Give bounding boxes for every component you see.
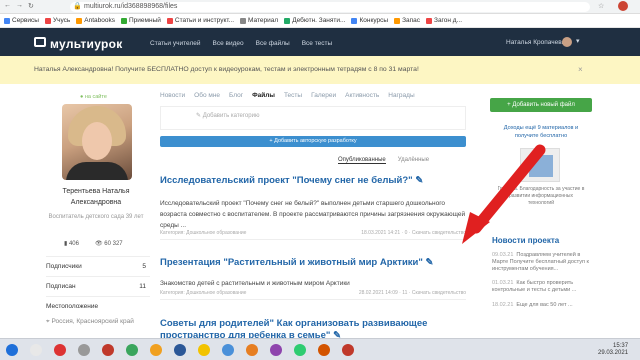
publish-tabs: Опубликованные Удалённые — [338, 157, 429, 164]
user-name[interactable]: Наталья Кропачева — [506, 39, 565, 46]
news-item[interactable]: 18.02.21 Еще для вас 50 лет ... — [492, 302, 592, 309]
certificate-image[interactable] — [520, 148, 560, 182]
tab-blog[interactable]: Блог — [229, 92, 243, 99]
user-avatar[interactable] — [562, 37, 572, 47]
tab-activity[interactable]: Активность — [345, 92, 379, 99]
bookmarks-bar: Сервисы Учусь Antabooks Приемный Статьи … — [0, 14, 640, 28]
promo-title[interactable]: Доходы ещё 9 материалов и получите беспл… — [496, 124, 586, 140]
subscribers-row[interactable]: Подписчики 5 — [46, 256, 150, 278]
edit-icon[interactable]: ✎ — [426, 257, 434, 268]
edit-icon[interactable]: ✎ — [415, 175, 423, 186]
post-stats[interactable]: 28.02.2021 14:09 · 11 · Скачать свидетел… — [359, 290, 466, 296]
app-icon[interactable] — [222, 344, 234, 356]
app-icon[interactable] — [78, 344, 90, 356]
location-value: ⌖ Россия, Красноярский край — [46, 318, 134, 325]
logo-icon — [34, 37, 46, 47]
app-icon[interactable] — [294, 344, 306, 356]
bookmark-item[interactable]: Дебютн. Заняти... — [284, 17, 345, 24]
banner-text[interactable]: Наталья Александровна! Получите БЕСПЛАТН… — [34, 66, 419, 73]
news-heading: Новости проекта — [492, 236, 560, 245]
bookmark-item[interactable]: Приемный — [121, 17, 161, 24]
tab-news[interactable]: Новости — [160, 92, 185, 99]
promo-description: Грамота. Благодарность за участие в разв… — [497, 186, 585, 206]
back-icon[interactable]: ← — [4, 2, 11, 9]
tab-tests[interactable]: Тесты — [284, 92, 302, 99]
profile-tabs: Новости Обо мне Блог Файлы Тесты Галереи… — [160, 92, 415, 99]
app-icon[interactable] — [270, 344, 282, 356]
profile-photo — [62, 104, 132, 180]
add-file-button[interactable]: + Добавить новый файл — [490, 98, 592, 112]
post-stats[interactable]: 18.03.2021 14:21 · 0 · Скачать свидетель… — [361, 230, 466, 236]
browser-tabbar: ← → ↻ 🔒 multiurok.ru/id368898968/files ☆ — [0, 0, 640, 14]
bookmark-item[interactable]: Материал — [240, 17, 278, 24]
app-icon[interactable] — [126, 344, 138, 356]
app-icon[interactable] — [174, 344, 186, 356]
nav-item[interactable]: Все тесты — [302, 40, 332, 47]
bookmark-item[interactable]: Antabooks — [76, 17, 115, 24]
nav-item[interactable]: Статьи учителей — [150, 40, 200, 47]
site-logo[interactable]: мультиурок — [50, 37, 123, 51]
promo-banner: Наталья Александровна! Получите БЕСПЛАТН… — [0, 56, 640, 84]
bookmark-item[interactable]: Статьи и инструкт... — [166, 17, 234, 24]
main-nav: Статьи учителей Все видео Все файлы Все … — [150, 40, 332, 47]
app-icon[interactable] — [102, 344, 114, 356]
start-icon[interactable] — [6, 344, 18, 356]
tab-galleries[interactable]: Галереи — [311, 92, 336, 99]
address-bar[interactable]: 🔒 multiurok.ru/id368898968/files — [70, 2, 590, 12]
tab-about[interactable]: Обо мне — [194, 92, 220, 99]
post-meta: Категория: Дошкольное образование 18.03.… — [160, 230, 466, 240]
online-status: ● на сайте — [80, 94, 107, 100]
nav-item[interactable]: Все видео — [212, 40, 243, 47]
app-icon[interactable] — [246, 344, 258, 356]
post-meta: Категория: Дошкольное образование 28.02.… — [160, 290, 466, 300]
profile-stats: ▮ 406 👁 60 327 — [64, 240, 123, 247]
forward-icon[interactable]: → — [16, 2, 23, 9]
tab-deleted[interactable]: Удалённые — [398, 157, 429, 164]
bookmark-item[interactable]: Конкурсы — [351, 17, 388, 24]
profile-role: Воспитатель детского сада 39 лет — [48, 214, 144, 220]
folder-icon[interactable] — [198, 344, 210, 356]
url-text: multiurok.ru/id368898968/files — [84, 3, 178, 10]
powerpoint-icon[interactable] — [318, 344, 330, 356]
post-title[interactable]: Презентация "Растительный и животный мир… — [160, 257, 434, 268]
add-development-button[interactable]: + Добавить авторскую разработку — [160, 136, 466, 147]
reload-icon[interactable]: ↻ — [28, 2, 34, 10]
site-header: мультиурок Статьи учителей Все видео Все… — [0, 28, 640, 56]
profile-avatar-icon[interactable] — [618, 1, 628, 11]
search-icon[interactable] — [30, 344, 42, 356]
subscribed-row[interactable]: Подписан 11 — [46, 276, 150, 298]
news-item[interactable]: 09.03.21 Поздравляем учителей в Марте Пол… — [492, 252, 592, 273]
nav-item[interactable]: Все файлы — [256, 40, 290, 47]
system-clock[interactable]: 15:37 29.03.2021 — [598, 343, 628, 357]
app-icon[interactable] — [342, 344, 354, 356]
yandex-icon[interactable] — [54, 344, 66, 356]
post-description: Знакомство детей с растительным и животн… — [160, 280, 350, 287]
post-title[interactable]: Исследовательский проект "Почему снег не… — [160, 175, 423, 186]
stat-materials: ▮ 406 — [64, 241, 79, 247]
tab-awards[interactable]: Награды — [388, 92, 414, 99]
os-taskbar: 15:37 29.03.2021 — [0, 338, 640, 360]
bookmark-item[interactable]: Загон д... — [426, 17, 462, 24]
close-icon[interactable]: × — [578, 65, 583, 74]
add-category-link[interactable]: ✎ Добавить категорию — [196, 112, 259, 119]
bookmark-item[interactable]: Сервисы — [4, 17, 39, 24]
bookmark-item[interactable]: Учусь — [44, 17, 70, 24]
star-icon[interactable]: ☆ — [598, 2, 604, 10]
bookmark-item[interactable]: Запас — [394, 17, 420, 24]
tab-files[interactable]: Файлы — [252, 92, 275, 99]
tab-published[interactable]: Опубликованные — [338, 157, 386, 164]
news-item[interactable]: 01.03.21 Как быстро проверить контрольные… — [492, 280, 592, 294]
post-description: Исследовательский проект "Почему снег не… — [160, 200, 466, 229]
pencil-icon: ✎ — [196, 113, 203, 119]
profile-name: Терентьева Наталья Александровна — [62, 188, 130, 206]
lock-icon: 🔒 — [73, 3, 82, 10]
app-icon[interactable] — [150, 344, 162, 356]
chevron-down-icon[interactable]: ▾ — [576, 37, 580, 45]
stat-views: 👁 60 327 — [94, 241, 123, 247]
